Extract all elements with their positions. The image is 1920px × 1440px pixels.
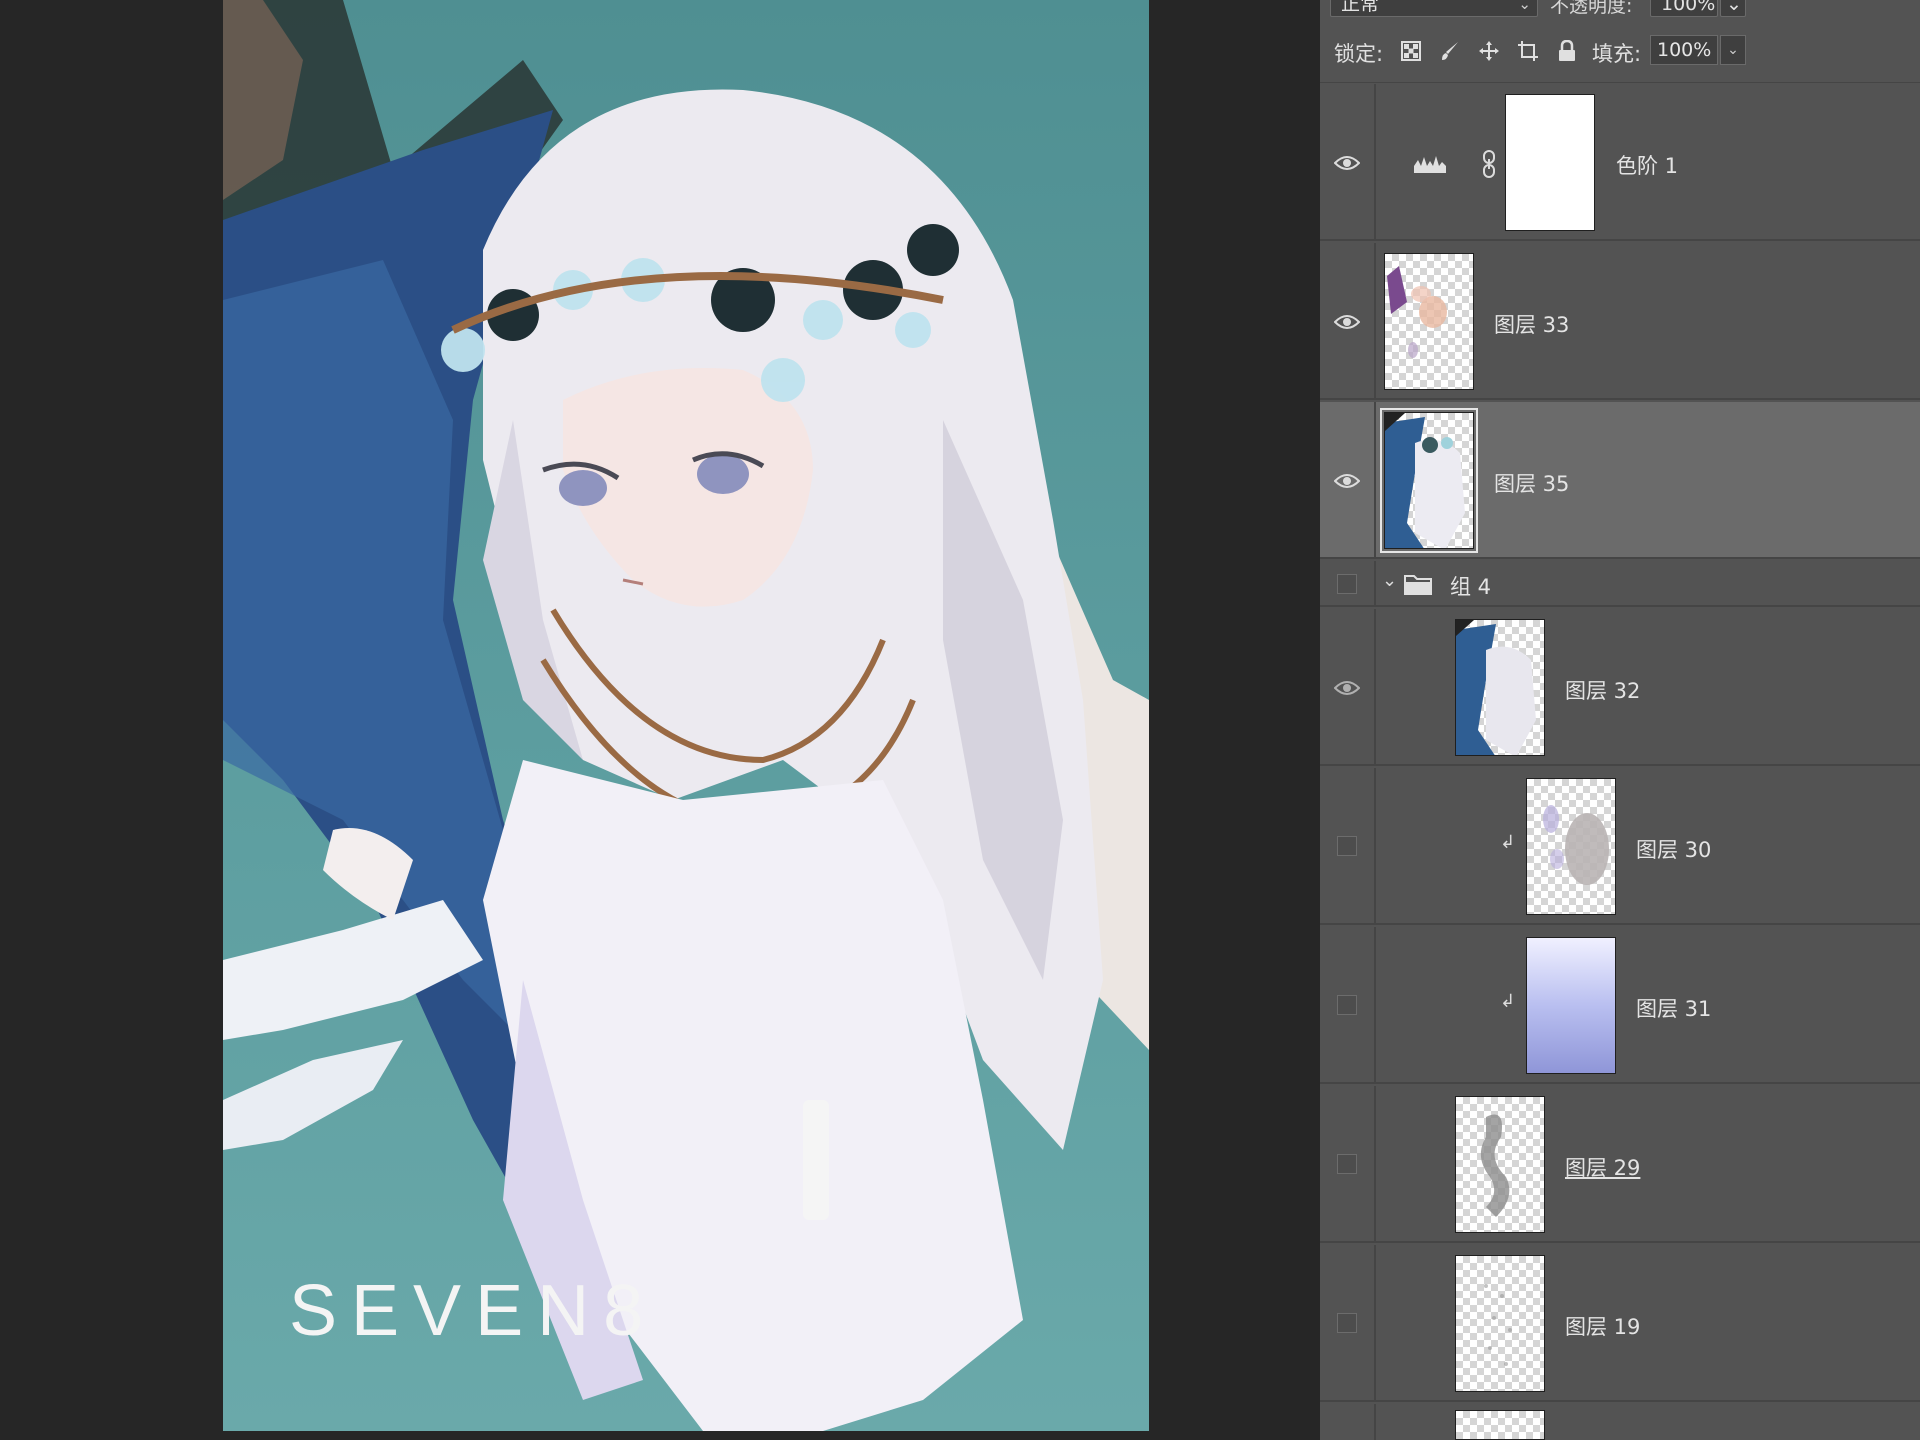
layer-name[interactable]: 色阶 1 xyxy=(1616,150,1678,180)
layer-thumbnail[interactable] xyxy=(1455,1096,1545,1233)
visibility-column xyxy=(1320,927,1376,1082)
clipping-mask-arrow-icon: ↲ xyxy=(1500,991,1516,1012)
lock-label: 锁定: xyxy=(1334,42,1384,66)
folder-icon xyxy=(1404,575,1432,595)
visibility-toggle-off[interactable] xyxy=(1337,995,1357,1015)
eye-icon[interactable] xyxy=(1334,154,1360,172)
lock-artboard-icon[interactable] xyxy=(1515,38,1541,64)
visibility-toggle-off[interactable] xyxy=(1337,574,1357,594)
layer-name[interactable]: 图层 31 xyxy=(1636,993,1711,1023)
visibility-column xyxy=(1320,768,1376,923)
layer-name[interactable]: 图层 29 xyxy=(1565,1152,1640,1182)
layer-thumbnail[interactable] xyxy=(1455,619,1545,756)
visibility-column xyxy=(1320,561,1376,605)
visibility-column xyxy=(1320,243,1376,398)
visibility-column xyxy=(1320,1086,1376,1241)
panel-divider xyxy=(1320,82,1920,83)
layer-row-35[interactable]: 图层 35 xyxy=(1320,402,1920,559)
layer-row-32[interactable]: 图层 32 xyxy=(1320,609,1920,766)
layer-row-30[interactable]: ↲ 图层 30 xyxy=(1320,768,1920,925)
opacity-slider-toggle[interactable]: ⌄ xyxy=(1720,0,1746,17)
blend-mode-dropdown[interactable]: 正常 ⌄ xyxy=(1330,0,1538,17)
layer-name[interactable]: 图层 32 xyxy=(1565,675,1640,705)
lock-position-move-icon[interactable] xyxy=(1476,38,1502,64)
artwork-illustration xyxy=(223,0,1149,1431)
layer-mask-thumbnail[interactable] xyxy=(1505,94,1595,231)
layers-panel: 正常 ⌄ 不透明度: 100% ⌄ 锁定: 填充: 100% ⌄ 色阶 1 图层… xyxy=(1320,0,1920,1440)
fill-slider-toggle[interactable]: ⌄ xyxy=(1720,35,1746,65)
eye-icon[interactable] xyxy=(1334,679,1360,697)
visibility-column xyxy=(1320,609,1376,764)
clipping-mask-arrow-icon: ↲ xyxy=(1500,832,1516,853)
lock-row: 锁定: 填充: 100% ⌄ xyxy=(1320,34,1920,68)
layer-row-partial[interactable] xyxy=(1320,1404,1920,1440)
layer-row-levels-1[interactable]: 色阶 1 xyxy=(1320,84,1920,241)
layer-name[interactable]: 图层 19 xyxy=(1565,1311,1640,1341)
visibility-toggle-off[interactable] xyxy=(1337,1313,1357,1333)
visibility-column xyxy=(1320,402,1376,557)
eye-icon[interactable] xyxy=(1334,313,1360,331)
layer-thumbnail[interactable] xyxy=(1384,253,1474,390)
blend-options-row: 正常 ⌄ 不透明度: 100% ⌄ xyxy=(1320,0,1920,26)
fill-input[interactable]: 100% xyxy=(1650,35,1718,65)
lock-transparent-pixels-icon[interactable] xyxy=(1398,38,1424,64)
visibility-column xyxy=(1320,84,1376,239)
chevron-down-icon: ⌄ xyxy=(1518,0,1531,13)
opacity-value: 100% xyxy=(1661,0,1716,15)
group-name[interactable]: 组 4 xyxy=(1450,571,1491,601)
canvas-workspace[interactable]: SEVEN8 xyxy=(0,0,1320,1440)
blend-mode-value: 正常 xyxy=(1341,0,1380,15)
layer-name[interactable]: 图层 30 xyxy=(1636,834,1711,864)
layer-row-19[interactable]: 图层 19 xyxy=(1320,1245,1920,1402)
visibility-column xyxy=(1320,1404,1376,1440)
lock-all-icon[interactable] xyxy=(1554,38,1580,64)
chain-link-icon[interactable] xyxy=(1481,150,1497,178)
layer-row-29[interactable]: 图层 29 xyxy=(1320,1086,1920,1243)
eye-icon[interactable] xyxy=(1334,472,1360,490)
artist-signature: SEVEN8 xyxy=(289,1271,658,1351)
artwork-canvas[interactable]: SEVEN8 xyxy=(223,0,1149,1431)
chevron-down-icon[interactable]: ⌄ xyxy=(1382,570,1397,591)
opacity-label: 不透明度: xyxy=(1550,0,1633,17)
chevron-down-icon: ⌄ xyxy=(1727,42,1739,58)
opacity-input[interactable]: 100% xyxy=(1650,0,1718,17)
visibility-toggle-off[interactable] xyxy=(1337,836,1357,856)
layer-name[interactable]: 图层 33 xyxy=(1494,309,1569,339)
layer-thumbnail[interactable] xyxy=(1380,408,1478,553)
lock-image-pixels-brush-icon[interactable] xyxy=(1437,38,1463,64)
layer-name[interactable]: 图层 35 xyxy=(1494,468,1569,498)
layer-group-4[interactable]: ⌄ 组 4 xyxy=(1320,561,1920,607)
fill-label: 填充: xyxy=(1592,42,1642,66)
layer-thumbnail[interactable] xyxy=(1455,1255,1545,1392)
visibility-column xyxy=(1320,1245,1376,1400)
layer-thumbnail[interactable] xyxy=(1455,1410,1545,1440)
visibility-toggle-off[interactable] xyxy=(1337,1154,1357,1174)
layer-thumbnail[interactable] xyxy=(1526,778,1616,915)
levels-adjustment-icon xyxy=(1414,156,1446,173)
layer-thumbnail[interactable] xyxy=(1526,937,1616,1074)
chevron-down-icon: ⌄ xyxy=(1726,0,1742,15)
layer-row-33[interactable]: 图层 33 xyxy=(1320,243,1920,400)
layer-row-31[interactable]: ↲ 图层 31 xyxy=(1320,927,1920,1084)
